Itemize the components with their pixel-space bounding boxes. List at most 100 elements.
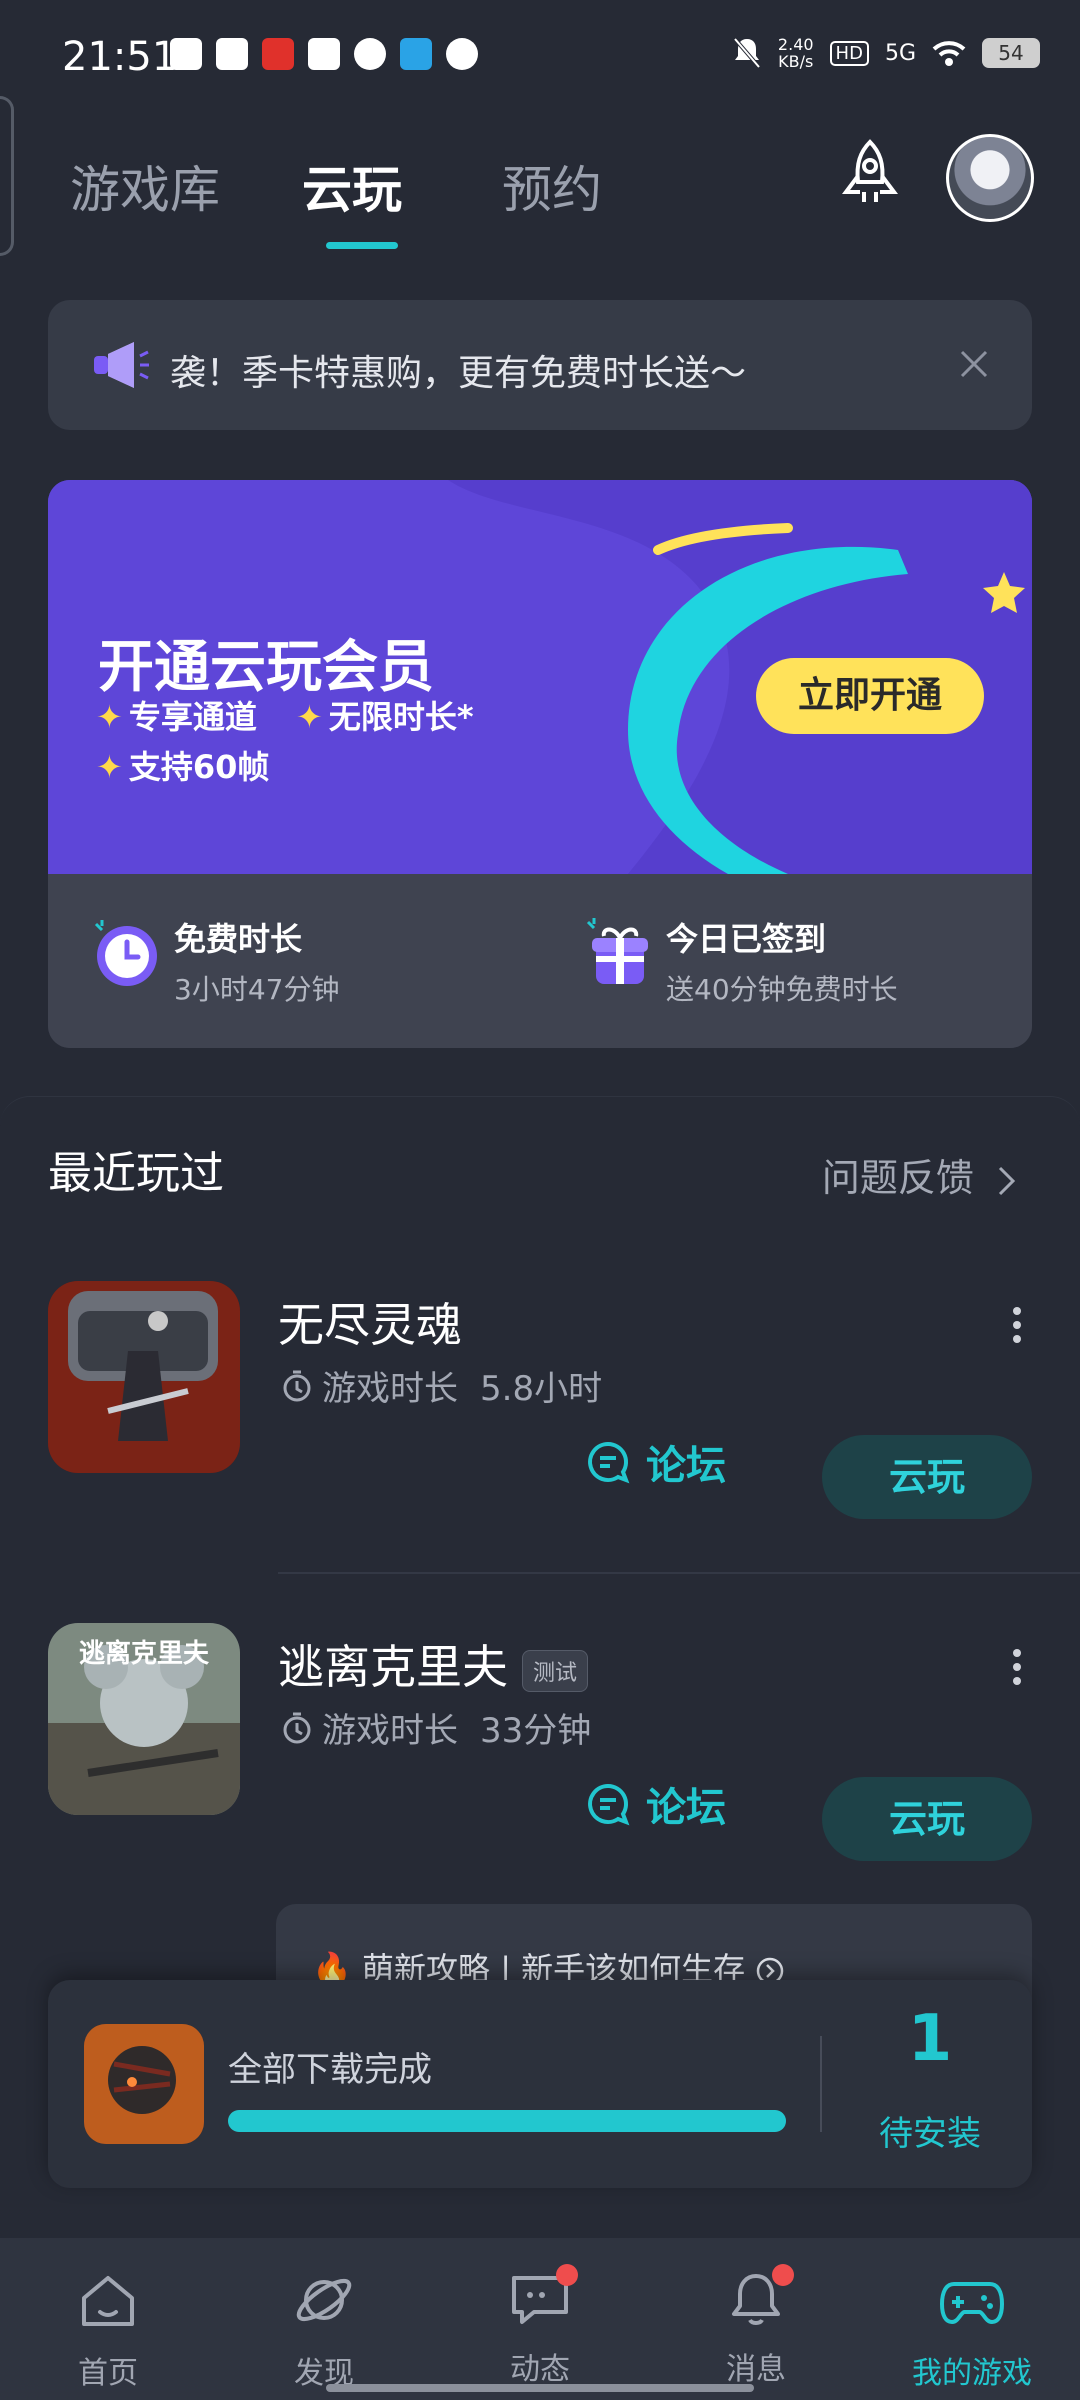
list-divider bbox=[278, 1572, 1080, 1574]
promo-notice[interactable]: 袭！季卡特惠购，更有免费时长送～ bbox=[48, 300, 1032, 430]
vip-benefits: 免费时长 3小时47分钟 今日已签到 送40分钟免费时长 bbox=[48, 874, 1032, 1048]
notification-dot bbox=[772, 2264, 794, 2286]
play-time-value: 33分钟 bbox=[480, 1711, 592, 1751]
vip-title: 开通云玩会员 bbox=[98, 635, 434, 700]
game-name-row: 逃离克里夫 测试 bbox=[278, 1631, 589, 1697]
rocket-icon[interactable] bbox=[830, 136, 910, 216]
cloud-play-button[interactable]: 云玩 bbox=[822, 1777, 1032, 1861]
game-cover[interactable] bbox=[48, 1281, 240, 1473]
notification-icons bbox=[170, 38, 478, 70]
free-time-title: 免费时长 bbox=[174, 920, 303, 958]
user-avatar[interactable] bbox=[946, 134, 1034, 222]
nav-label: 消息 bbox=[726, 2352, 786, 2387]
bell-icon-wrap bbox=[724, 2264, 794, 2332]
download-separator bbox=[820, 2036, 822, 2132]
wifi-icon bbox=[932, 41, 966, 66]
nav-messages[interactable]: 消息 bbox=[676, 2264, 836, 2388]
download-status-text: 全部下载完成 bbox=[228, 2050, 432, 2090]
forum-chat-icon bbox=[588, 1783, 630, 1826]
app-notification-icon bbox=[170, 38, 202, 70]
feedback-link[interactable]: 问题反馈 bbox=[822, 1147, 1018, 1202]
game-item: 无尽灵魂 游戏时长 5.8小时 论坛 云玩 bbox=[0, 1281, 1080, 1601]
daily-signin[interactable]: 今日已签到 送40分钟免费时长 bbox=[666, 914, 898, 1008]
game-cover[interactable]: 逃离克里夫 bbox=[48, 1623, 240, 1815]
net-speed-value: 2.40 bbox=[777, 35, 814, 54]
status-time: 21:51 bbox=[62, 34, 178, 80]
sparkle-icon: ✦ bbox=[296, 698, 323, 736]
planet-icon bbox=[296, 2278, 352, 2322]
game-name: 无尽灵魂 bbox=[278, 1298, 462, 1352]
stopwatch-icon bbox=[283, 1370, 311, 1401]
tab-game-library[interactable]: 游戏库 bbox=[70, 150, 220, 222]
section-title: 最近玩过 bbox=[48, 1148, 224, 1199]
tab-cloud-play[interactable]: 云玩 bbox=[302, 150, 402, 222]
cloud-play-button[interactable]: 云玩 bbox=[822, 1435, 1032, 1519]
forum-button[interactable]: 论坛 bbox=[584, 1433, 726, 1491]
home-indicator[interactable] bbox=[326, 2384, 754, 2392]
vip-feature-text: 专享通道 bbox=[128, 698, 257, 736]
vip-feature: ✦ 支持60帧 bbox=[96, 742, 269, 788]
download-progress-bar bbox=[228, 2110, 786, 2132]
forum-label: 论坛 bbox=[646, 1443, 726, 1489]
forum-label: 论坛 bbox=[646, 1785, 726, 1831]
game-cover-art bbox=[48, 1281, 240, 1473]
status-bar: 21:51 2.40 KB/s HD 5G 54 bbox=[0, 0, 1080, 110]
forum-chat-icon bbox=[588, 1441, 630, 1484]
nav-discover[interactable]: 发现 bbox=[244, 2268, 404, 2392]
hd-badge: HD bbox=[829, 40, 869, 66]
megaphone-icon bbox=[94, 342, 149, 388]
chat-icon-wrap bbox=[508, 2264, 578, 2332]
vip-feature-text: 支持60帧 bbox=[128, 748, 270, 786]
mail-icon bbox=[216, 38, 248, 70]
close-icon[interactable] bbox=[956, 346, 992, 382]
status-indicators: 2.40 KB/s HD 5G 54 bbox=[732, 36, 1040, 70]
battery-level: 54 bbox=[982, 38, 1040, 68]
pending-install-count: 1 bbox=[907, 2002, 953, 2076]
forum-button[interactable]: 论坛 bbox=[584, 1775, 726, 1833]
telegram-icon bbox=[400, 38, 432, 70]
app-notification-icon bbox=[308, 38, 340, 70]
chevron-right-icon bbox=[998, 1166, 1016, 1195]
play-time-value: 5.8小时 bbox=[480, 1369, 603, 1409]
more-vertical-icon[interactable] bbox=[1012, 1305, 1022, 1345]
nav-label: 动态 bbox=[510, 2352, 570, 2387]
stopwatch-icon bbox=[283, 1712, 311, 1743]
download-progress-fill bbox=[228, 2110, 786, 2132]
top-tabs: 游戏库 云玩 预约 bbox=[0, 130, 1080, 250]
net-speed-unit: KB/s bbox=[778, 52, 814, 71]
vip-card: 开通云玩会员 ✦ 专享通道 ✦ 无限时长* ✦ 支持60帧 立即开通 免费时长 3小时… bbox=[48, 480, 1032, 1048]
tab-reservation[interactable]: 预约 bbox=[502, 150, 602, 222]
nav-my-games[interactable]: 我的游戏 bbox=[892, 2268, 1052, 2392]
vip-banner[interactable]: 开通云玩会员 ✦ 专享通道 ✦ 无限时长* ✦ 支持60帧 立即开通 bbox=[48, 480, 1032, 874]
active-tab-indicator bbox=[326, 242, 398, 249]
feedback-label: 问题反馈 bbox=[821, 1156, 974, 1200]
signin-title: 今日已签到 bbox=[666, 920, 827, 958]
download-status-bar[interactable]: 全部下载完成 1 待安装 bbox=[48, 1980, 1032, 2188]
clock-icon bbox=[94, 920, 157, 986]
nav-feed[interactable]: 动态 bbox=[460, 2264, 620, 2388]
signal-5g: 5G bbox=[884, 40, 916, 66]
play-time-label: 游戏时长 bbox=[322, 1711, 458, 1751]
more-vertical-icon[interactable] bbox=[1012, 1647, 1022, 1687]
notice-text: 袭！季卡特惠购，更有免费时长送～ bbox=[170, 353, 747, 394]
vip-feature: ✦ 无限时长* bbox=[296, 692, 474, 738]
download-game-cover bbox=[84, 2024, 204, 2144]
nav-label: 首页 bbox=[78, 2356, 138, 2391]
play-time-label: 游戏时长 bbox=[322, 1369, 458, 1409]
free-time[interactable]: 免费时长 3小时47分钟 bbox=[174, 914, 339, 1008]
vip-feature-text: 无限时长* bbox=[328, 698, 474, 736]
game-name: 逃离克里夫 bbox=[278, 1640, 508, 1694]
signin-subtitle: 送40分钟免费时长 bbox=[666, 973, 898, 1006]
free-time-value: 3小时47分钟 bbox=[174, 973, 340, 1006]
pending-install-label: 待安装 bbox=[879, 2114, 981, 2154]
notification-dot bbox=[556, 2264, 578, 2286]
download-cover-art bbox=[84, 2024, 204, 2144]
mute-bell-icon bbox=[733, 37, 761, 69]
test-badge: 测试 bbox=[522, 1649, 589, 1692]
gift-icon bbox=[586, 918, 648, 984]
network-speed: 2.40 KB/s bbox=[778, 36, 814, 70]
open-vip-button[interactable]: 立即开通 bbox=[756, 658, 984, 734]
game-cover-title: 逃离克里夫 bbox=[78, 1639, 209, 1669]
nav-home[interactable]: 首页 bbox=[28, 2268, 188, 2392]
vip-feature: ✦ 专享通道 bbox=[96, 692, 257, 738]
